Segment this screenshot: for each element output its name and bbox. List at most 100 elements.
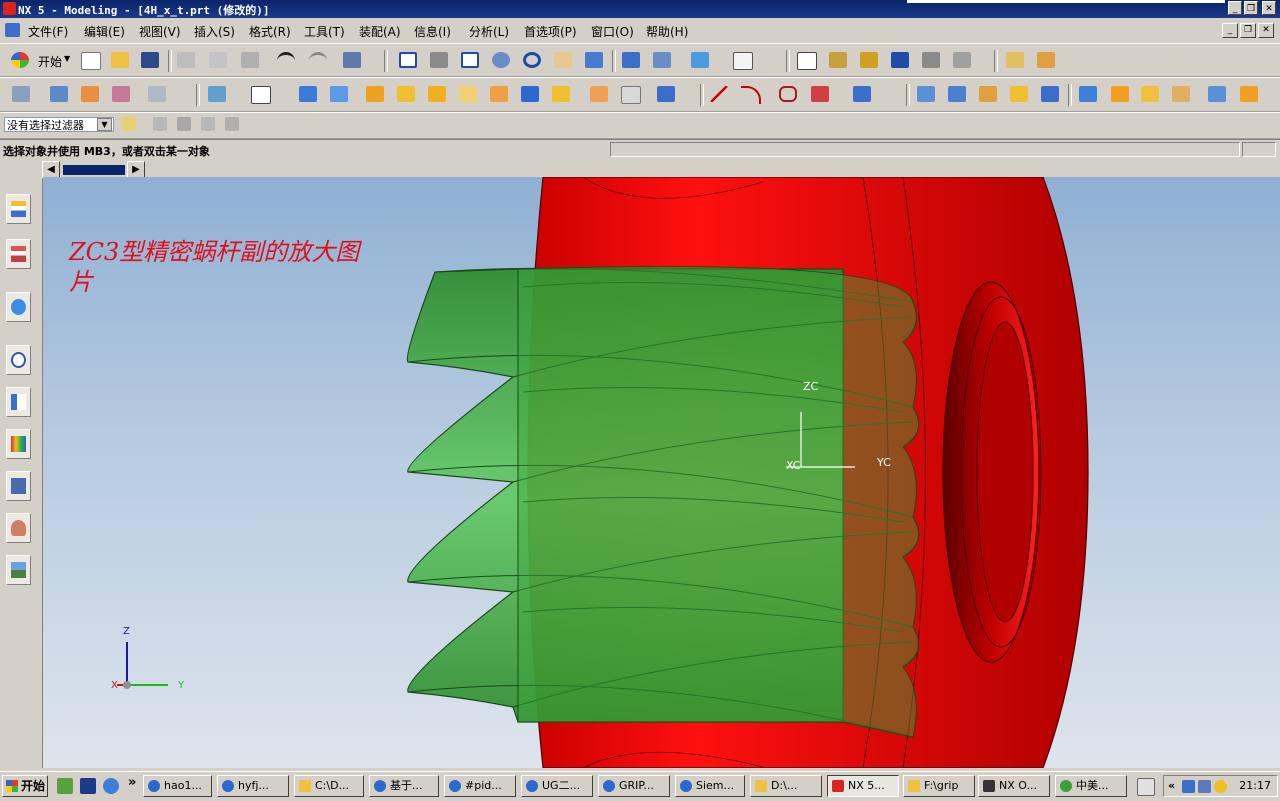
- menu-assembly[interactable]: 装配(A): [359, 23, 401, 40]
- through-mesh-button[interactable]: [945, 83, 969, 105]
- menu-window[interactable]: 窗口(O): [591, 23, 634, 40]
- quick-pick-button[interactable]: [198, 114, 222, 136]
- taskbar-item[interactable]: 中美...: [1055, 775, 1127, 797]
- paste-button[interactable]: [238, 49, 262, 71]
- undo-button[interactable]: [274, 49, 298, 71]
- rotate-button[interactable]: [520, 49, 544, 71]
- roles-tab[interactable]: [6, 513, 31, 543]
- quicklaunch-anchor-icon[interactable]: [80, 778, 96, 794]
- system-scenes-tab[interactable]: [6, 555, 31, 585]
- taskbar-item[interactable]: GRIP...: [598, 775, 670, 797]
- replace-face-button[interactable]: [1205, 83, 1229, 105]
- taskbar-item[interactable]: 基于...: [369, 775, 439, 797]
- through-curves-button[interactable]: [914, 83, 938, 105]
- keyboard-icon[interactable]: [1137, 778, 1155, 796]
- synchronous-button[interactable]: [1237, 83, 1261, 105]
- taskbar-item[interactable]: C:\D...: [294, 775, 364, 797]
- curve-ops-button[interactable]: [850, 83, 874, 105]
- layer-settings-button[interactable]: [619, 49, 643, 71]
- copy-button[interactable]: [206, 49, 230, 71]
- doc-minimize-button[interactable]: _: [1222, 23, 1238, 38]
- menu-analysis[interactable]: 分析(L): [469, 23, 509, 40]
- datum-button[interactable]: [205, 83, 229, 105]
- minimize-button[interactable]: _: [1228, 1, 1242, 15]
- open-button[interactable]: [108, 49, 132, 71]
- reuse-library-tab[interactable]: [6, 387, 31, 417]
- offset-surface-button[interactable]: [1169, 83, 1193, 105]
- taskbar-item[interactable]: hyfj...: [217, 775, 289, 797]
- taskbar-item[interactable]: Siem...: [675, 775, 745, 797]
- extract-button[interactable]: [1138, 83, 1162, 105]
- sew-button[interactable]: [1076, 83, 1100, 105]
- taskbar-item[interactable]: D:\...: [750, 775, 822, 797]
- menu-information[interactable]: 信息(I): [414, 23, 451, 40]
- taskbar-item[interactable]: UG二...: [521, 775, 593, 797]
- taskbar-item[interactable]: NX O...: [978, 775, 1050, 797]
- wcs-origin-button[interactable]: [826, 49, 850, 71]
- line-button[interactable]: [707, 83, 731, 105]
- process-studio-tab[interactable]: [6, 471, 31, 501]
- edge-blend-button[interactable]: [394, 83, 418, 105]
- qq-icon[interactable]: [1214, 780, 1227, 793]
- sketch-plane-button[interactable]: [248, 83, 272, 105]
- graphics-window[interactable]: ZC3型精密蜗杆副的放大图片 ZC YC XC Z Y X: [43, 177, 1280, 768]
- cut-button[interactable]: [174, 49, 198, 71]
- menu-insert[interactable]: 插入(S): [194, 23, 235, 40]
- menu-format[interactable]: 格式(R): [249, 23, 291, 40]
- true-shading-button[interactable]: [582, 49, 606, 71]
- box-button[interactable]: [296, 83, 320, 105]
- mirror-button[interactable]: [618, 83, 642, 105]
- sketch-button[interactable]: [47, 83, 71, 105]
- history-tab[interactable]: [6, 345, 31, 375]
- close-button[interactable]: ✕: [1262, 1, 1276, 15]
- document-icon[interactable]: [5, 23, 20, 37]
- quicklaunch-ie-icon[interactable]: [103, 778, 119, 794]
- menu-view[interactable]: 视图(V): [139, 23, 181, 40]
- edit-feature-button[interactable]: [145, 83, 169, 105]
- menu-preferences[interactable]: 首选项(P): [524, 23, 577, 40]
- start-button[interactable]: 开始 ▼: [8, 49, 72, 71]
- assembly-navigator-tab[interactable]: [6, 194, 31, 224]
- ruled-button[interactable]: [1007, 83, 1031, 105]
- snap-point-button[interactable]: [119, 114, 147, 136]
- scroll-thumb[interactable]: [63, 165, 125, 175]
- trim-body-button[interactable]: [549, 83, 573, 105]
- deselect-all-button[interactable]: [174, 114, 198, 136]
- wcs-display-button[interactable]: [950, 49, 974, 71]
- pattern-button[interactable]: [587, 83, 611, 105]
- menu-edit[interactable]: 编辑(E): [84, 23, 125, 40]
- windows-start-button[interactable]: 开始: [2, 775, 48, 797]
- quicklaunch-app-icon[interactable]: [57, 778, 73, 794]
- menu-help[interactable]: 帮助(H): [646, 23, 688, 40]
- zoom-button[interactable]: [458, 49, 482, 71]
- revolve-button[interactable]: [109, 83, 133, 105]
- part-navigator-tab[interactable]: [6, 239, 31, 269]
- more-quicklaunch-button[interactable]: »: [128, 775, 136, 790]
- chevron-down-icon[interactable]: ▼: [97, 118, 112, 131]
- taskbar-item[interactable]: F:\grip: [903, 775, 975, 797]
- general-selection-button[interactable]: [150, 114, 174, 136]
- chamfer-button[interactable]: [425, 83, 449, 105]
- measure-angle-button[interactable]: [1034, 49, 1058, 71]
- zoom-window-button[interactable]: [427, 49, 451, 71]
- measure-distance-button[interactable]: [1003, 49, 1027, 71]
- menu-tools[interactable]: 工具(T): [304, 23, 345, 40]
- selection-filter-button[interactable]: [340, 49, 364, 71]
- swept-button[interactable]: [976, 83, 1000, 105]
- tray-expand-icon[interactable]: «: [1168, 779, 1175, 792]
- taskbar-item[interactable]: #pid...: [444, 775, 516, 797]
- save-button[interactable]: [138, 49, 162, 71]
- doc-restore-button[interactable]: ❐: [1240, 23, 1256, 38]
- wcs-orient-button[interactable]: [888, 49, 912, 71]
- taskbar-item[interactable]: hao1...: [143, 775, 212, 797]
- save-wcs-button[interactable]: [919, 49, 943, 71]
- offset-face-button[interactable]: [518, 83, 542, 105]
- shell-button[interactable]: [487, 83, 511, 105]
- taskbar-item-active[interactable]: NX 5...: [827, 775, 899, 797]
- move-to-layer-button[interactable]: [650, 49, 674, 71]
- rotate-wcs-button[interactable]: [857, 49, 881, 71]
- studio-spline-button[interactable]: [776, 83, 800, 105]
- wcs-dynamics-button[interactable]: [794, 49, 818, 71]
- zoom-in-out-button[interactable]: [489, 49, 513, 71]
- fit-button[interactable]: [396, 49, 420, 71]
